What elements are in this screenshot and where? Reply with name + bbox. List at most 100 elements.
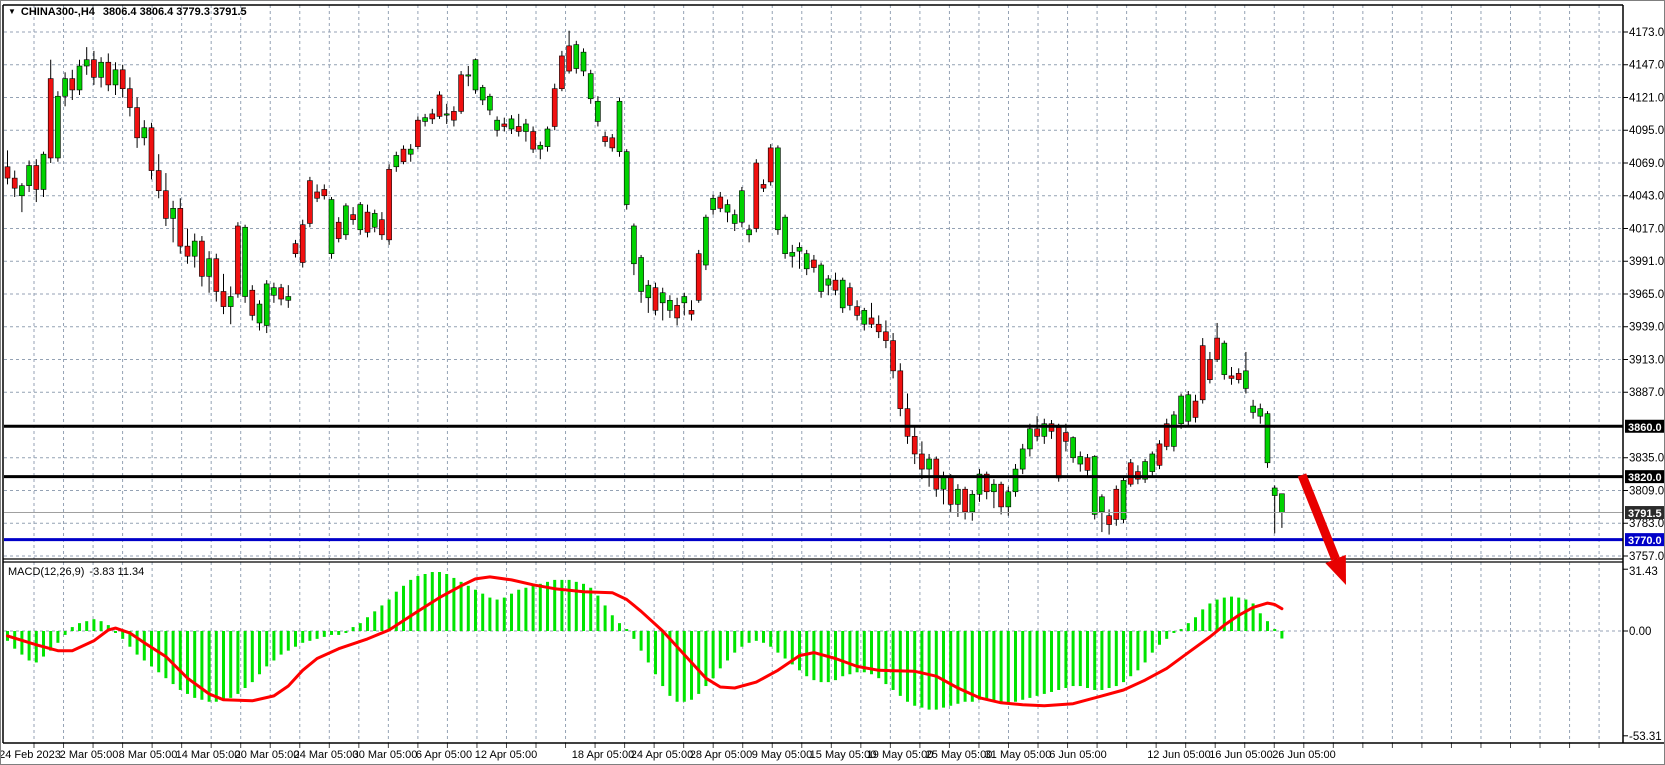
time-axis-label: 8 Mar 05:00 [119,749,178,761]
price-tick-label: 3965.0 [1629,289,1664,301]
price-tick-label: 3809.0 [1629,485,1664,497]
candle [631,226,636,264]
time-axis-label: 18 Apr 05:00 [572,749,634,761]
candle [408,149,413,154]
candle [329,200,334,254]
candle [840,280,845,308]
candle [1157,444,1162,465]
symbol-dropdown-icon[interactable]: ▼ [8,7,16,16]
candle [862,310,867,324]
time-axis-label: 24 Feb 2023 [1,749,61,761]
candle [955,489,960,504]
time-axis-label: 24 Apr 05:00 [631,749,693,761]
candle [156,171,161,191]
candle [523,124,528,132]
candle [567,46,572,71]
candle [1272,488,1277,496]
candle [919,454,924,469]
candle [732,215,737,224]
candle [1265,414,1270,463]
candle [1078,456,1083,464]
candle [55,96,60,158]
chart-title: ▼CHINA300-,H43806.4 3806.4 3779.3 3791.5 [8,6,247,18]
candle [423,118,428,122]
candle [300,225,305,263]
candle [1035,429,1040,437]
candle [811,260,816,268]
time-axis-label: 6 Apr 05:00 [416,749,472,761]
candle [970,494,975,512]
chart-background [1,1,1665,765]
candle [826,279,831,285]
candle [660,293,665,303]
candle [516,126,521,131]
candle [855,307,860,316]
price-tick-label: 3991.0 [1629,256,1664,268]
candle [286,297,291,301]
candle [552,89,557,127]
candle [588,74,593,99]
price-badge-label: 3791.5 [1628,508,1662,520]
candle [127,89,132,108]
candle [257,304,262,323]
candle [1236,373,1241,379]
candle [1121,480,1126,519]
candle [617,101,622,151]
candle [1085,458,1090,471]
candle [610,138,615,148]
candle [221,291,226,306]
time-axis-label: 20 Mar 05:00 [235,749,300,761]
candle [1200,346,1205,400]
candle [243,227,248,296]
candle [1222,343,1227,374]
candle [430,114,435,119]
candle [948,477,953,505]
price-chart-canvas[interactable]: 4173.04147.04121.04095.04069.04043.04017… [1,1,1665,765]
candle [1107,516,1112,525]
candle [106,62,111,85]
candle [466,75,471,76]
candle [365,212,370,232]
candle [315,192,320,198]
candle [1056,428,1061,478]
candle [214,259,219,292]
candle [1251,406,1256,412]
candle [847,288,852,306]
candle [437,95,442,116]
candle [63,79,68,97]
candle [322,189,327,195]
macd-values: -3.83 11.34 [89,566,144,578]
candle [1071,438,1076,458]
time-axis-label: 26 Jun 05:00 [1272,749,1336,761]
candle [667,300,672,310]
candle [293,244,298,254]
candle [113,70,118,85]
candle [646,285,651,298]
candle [682,297,687,303]
candle [775,148,780,230]
candle [473,60,478,90]
time-axis-label: 12 Jun 05:00 [1147,749,1211,761]
candle [163,191,168,219]
candle [379,220,384,235]
candle [739,191,744,222]
candle [336,222,341,238]
price-tick-label: 4173.0 [1629,27,1664,39]
candle [480,87,485,100]
candle [394,155,399,166]
time-axis-label: 25 May 05:00 [926,749,993,761]
candle [768,148,773,182]
candle [747,230,752,235]
time-axis-label: 24 Mar 05:00 [294,749,359,761]
candle [415,120,420,146]
candle [790,252,795,256]
candle [99,62,104,77]
candle [279,288,284,299]
candle [401,149,406,162]
candle [595,101,600,121]
candle [1243,371,1248,389]
candle [5,167,10,178]
candle [495,120,500,130]
time-axis-label: 31 May 05:00 [985,749,1052,761]
candle [171,208,176,218]
